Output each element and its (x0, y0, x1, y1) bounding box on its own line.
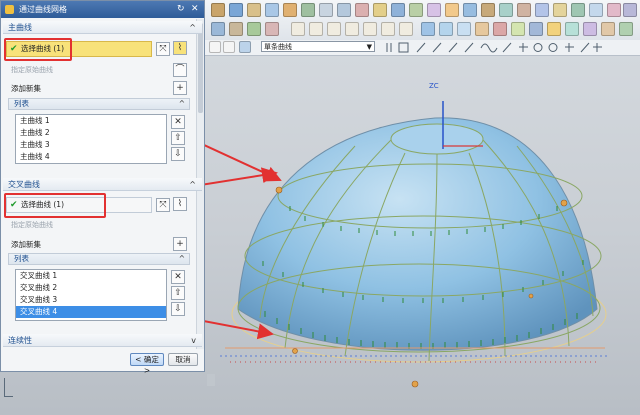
list-item[interactable]: 交叉曲线 2 (16, 282, 166, 294)
continuity-title: 连续性 (8, 336, 32, 345)
list-item[interactable]: 交叉曲线 1 (16, 270, 166, 282)
wcs-triad (4, 378, 13, 397)
curve-selector-icon[interactable]: ⌇ (173, 41, 187, 55)
chevron-up-icon: ^ (189, 23, 196, 32)
list-item[interactable]: 主曲线 3 (16, 139, 166, 151)
primary-origin-curve-icon[interactable]: ⌒ (173, 63, 187, 77)
dialog-app-icon (5, 5, 14, 14)
cancel-button[interactable]: 取消 (168, 353, 198, 366)
cross-curves-title: 交叉曲线 (8, 180, 40, 189)
reset-icon[interactable]: ↻ (177, 1, 185, 18)
primary-add-new-set: 添加新集 (11, 84, 41, 93)
list-item[interactable]: 主曲线 1 (16, 115, 166, 127)
remove-icon[interactable]: ✕ (171, 115, 185, 129)
move-down-icon[interactable]: ⇩ (171, 302, 185, 316)
scrollbar-thumb[interactable] (198, 23, 203, 113)
cross-specify-origin: 指定原始曲线 (11, 221, 53, 229)
dialog-title: 通过曲线网格 (19, 5, 67, 14)
chevron-up-icon: ^ (189, 180, 196, 189)
curve-selector-icon[interactable]: ⌇ (173, 197, 187, 211)
move-up-icon[interactable]: ⇧ (171, 131, 185, 145)
cross-list-header[interactable]: 列表 ^ (8, 253, 190, 265)
primary-list-header[interactable]: 列表 ^ (8, 98, 190, 110)
primary-curves-header[interactable]: 主曲线 ^ (3, 21, 202, 34)
continuity-header[interactable]: 连续性 v (3, 334, 202, 347)
close-icon[interactable]: ✕ (191, 1, 199, 18)
chevron-up-icon: ^ (178, 99, 185, 108)
primary-add-set-icon[interactable]: + (173, 81, 187, 95)
cross-add-new-set: 添加新集 (11, 240, 41, 249)
list-item[interactable]: 交叉曲线 3 (16, 294, 166, 306)
primary-select-highlight (4, 38, 72, 61)
chevron-down-icon: v (191, 336, 196, 345)
move-up-icon[interactable]: ⇧ (171, 286, 185, 300)
chevron-up-icon: ^ (178, 254, 185, 263)
cross-add-set-icon[interactable]: + (173, 237, 187, 251)
move-down-icon[interactable]: ⇩ (171, 147, 185, 161)
cross-curves-list[interactable]: 交叉曲线 1 交叉曲线 2 交叉曲线 3 交叉曲线 4 (15, 269, 167, 321)
remove-icon[interactable]: ✕ (171, 270, 185, 284)
primary-list-title: 列表 (14, 99, 29, 108)
cross-select-highlight (4, 193, 106, 218)
list-item[interactable]: 主曲线 2 (16, 127, 166, 139)
reverse-direction-icon[interactable]: ⤧ (156, 42, 170, 56)
list-item-selected[interactable]: 交叉曲线 4 (16, 306, 166, 318)
through-curve-mesh-dialog: 通过曲线网格 ↻ ✕ 主曲线 ^ ✔ 选择曲线 (1) ⤧ ⌇ 指定原始曲线 ⌒… (0, 0, 205, 375)
dialog-titlebar[interactable]: 通过曲线网格 ↻ ✕ (1, 1, 204, 18)
primary-curves-title: 主曲线 (8, 23, 32, 32)
list-item[interactable]: 主曲线 4 (16, 151, 166, 163)
primary-specify-origin: 指定原始曲线 (11, 66, 53, 74)
primary-curves-list[interactable]: 主曲线 1 主曲线 2 主曲线 3 主曲线 4 (15, 114, 167, 164)
cross-curves-header[interactable]: 交叉曲线 ^ (3, 178, 202, 191)
reverse-direction-icon[interactable]: ⤧ (156, 198, 170, 212)
cross-list-title: 列表 (14, 254, 29, 263)
ok-button[interactable]: < 确定 > (130, 353, 164, 375)
